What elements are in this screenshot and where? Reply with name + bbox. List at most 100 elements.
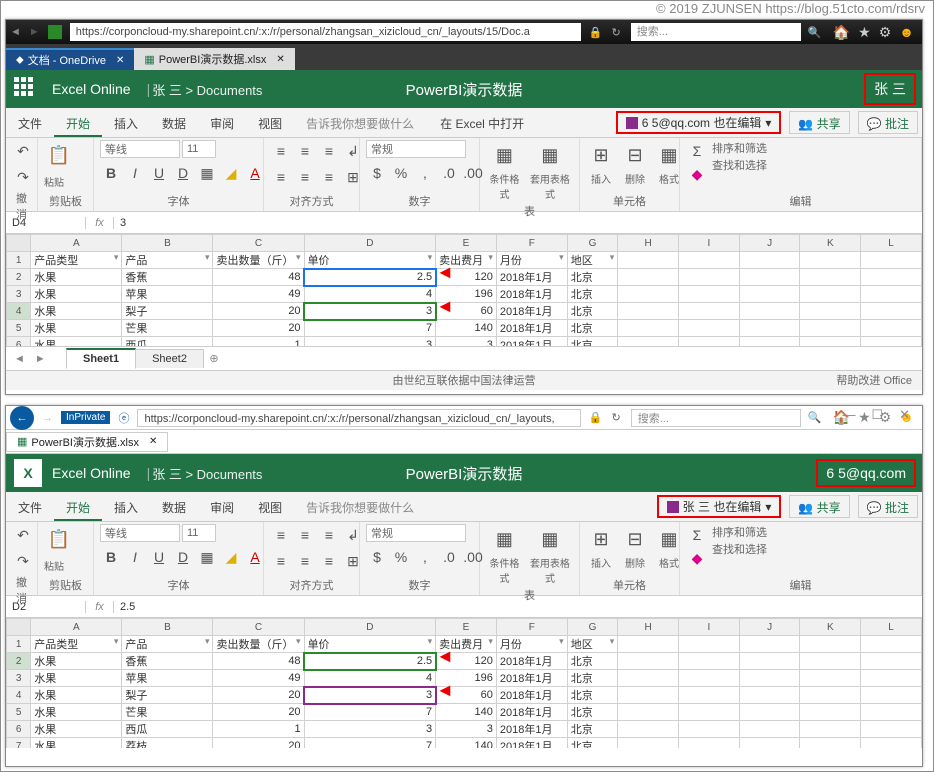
redo-icon[interactable]: ↷ [12, 166, 34, 188]
comma-icon[interactable]: , [414, 162, 436, 184]
filter-icon[interactable]: ▾ [488, 636, 493, 647]
max-icon[interactable]: ☐ [871, 407, 883, 427]
fav-icon[interactable]: ★ [858, 24, 871, 41]
tab-file[interactable]: 文件 [6, 492, 54, 521]
select-all[interactable] [7, 235, 31, 252]
user-badge[interactable]: 6 5@qq.com [816, 459, 916, 487]
percent-icon[interactable]: % [390, 162, 412, 184]
tellme[interactable]: 告诉我你想要做什么 [294, 492, 426, 521]
sheet-next-icon[interactable]: ► [31, 351, 50, 367]
tellme[interactable]: 告诉我你想要做什么 [294, 108, 426, 137]
fill-icon[interactable]: ◢ [220, 162, 242, 184]
number-format[interactable]: 常规 [366, 140, 466, 158]
search-box[interactable]: 搜索... [631, 23, 801, 41]
user-badge[interactable]: 张 三 [864, 73, 916, 105]
tab-xlsx[interactable]: ▦PowerBI演示数据.xlsx✕ [134, 48, 294, 70]
close-icon[interactable]: ✕ [116, 55, 124, 66]
cell-ref[interactable]: D4 [6, 217, 86, 229]
italic-icon[interactable]: I [124, 162, 146, 184]
delete-cell-icon[interactable]: ⊟ [620, 140, 650, 170]
smile-icon[interactable]: ☻ [899, 24, 914, 41]
font-size[interactable]: 11 [182, 140, 216, 158]
filter-icon[interactable]: ▾ [114, 252, 119, 263]
underline-icon[interactable]: U [148, 162, 170, 184]
back-icon[interactable]: ← [10, 406, 34, 430]
align-tc-icon[interactable]: ≡ [294, 140, 316, 162]
tab-view[interactable]: 视图 [246, 108, 294, 137]
font-name[interactable]: 等线 [100, 140, 180, 158]
tab-home[interactable]: 开始 [54, 108, 102, 137]
autosum-icon[interactable]: Σ [686, 140, 708, 162]
filter-icon[interactable]: ▾ [610, 636, 615, 647]
cell-value[interactable]: 3 [114, 217, 132, 229]
bold-icon[interactable]: B [100, 546, 122, 568]
refresh-icon[interactable]: ↻ [605, 411, 626, 424]
border-icon[interactable]: ▦ [196, 546, 218, 568]
editing-badge[interactable]: 张 三 也在编辑▾ [657, 495, 782, 518]
filter-icon[interactable]: ▾ [296, 636, 301, 647]
tab-view[interactable]: 视图 [246, 492, 294, 521]
filter-icon[interactable]: ▾ [205, 636, 210, 647]
close-icon[interactable]: ✕ [899, 407, 910, 427]
home-icon[interactable]: 🏠 [833, 24, 850, 41]
annotate-button[interactable]: 💬 批注 [858, 111, 918, 134]
find-button[interactable]: 查找和选择 [712, 541, 767, 557]
address-bar[interactable]: https://corponcloud-my.sharepoint.cn/:x:… [137, 409, 581, 427]
help-link[interactable]: 帮助改进 Office [836, 371, 912, 391]
fx-icon[interactable]: fx [86, 217, 114, 229]
breadcrumb[interactable]: 张 三 > Documents [152, 464, 262, 483]
filter-icon[interactable]: ▾ [428, 636, 433, 647]
undo-icon[interactable]: ↶ [12, 140, 34, 162]
cell-value[interactable]: 2.5 [114, 601, 141, 613]
currency-icon[interactable]: $ [366, 162, 388, 184]
filter-icon[interactable]: ▾ [559, 252, 564, 263]
breadcrumb[interactable]: 张 三 > Documents [152, 80, 262, 99]
close-icon[interactable]: ✕ [276, 54, 284, 65]
paste-icon[interactable]: 📋 [44, 524, 74, 554]
align-tl-icon[interactable]: ≡ [270, 140, 292, 162]
cond-fmt-icon[interactable]: ▦ [489, 140, 519, 170]
undo-icon[interactable]: ↶ [12, 524, 34, 546]
gear-icon[interactable]: ⚙ [879, 24, 892, 41]
filter-icon[interactable]: ▾ [559, 636, 564, 647]
tab-home[interactable]: 开始 [54, 492, 102, 521]
tab-xlsx[interactable]: ▦PowerBI演示数据.xlsx✕ [6, 432, 168, 452]
close-icon[interactable]: ✕ [149, 436, 157, 447]
italic-icon[interactable]: I [124, 546, 146, 568]
filter-icon[interactable]: ▾ [428, 252, 433, 263]
address-bar[interactable]: https://corponcloud-my.sharepoint.cn/:x:… [70, 23, 582, 41]
annotate-button[interactable]: 💬 批注 [858, 495, 918, 518]
font-name[interactable]: 等线 [100, 524, 180, 542]
bold-icon[interactable]: B [100, 162, 122, 184]
select-all[interactable] [7, 619, 31, 636]
filter-icon[interactable]: ▾ [488, 252, 493, 263]
find-button[interactable]: 查找和选择 [712, 157, 767, 173]
fwd-icon[interactable]: → [38, 412, 57, 424]
share-button[interactable]: 👥 共享 [789, 111, 849, 134]
fontcolor-icon[interactable]: A [244, 162, 266, 184]
search-icon[interactable]: 🔍 [805, 411, 825, 424]
search-box[interactable]: 搜索... [631, 409, 801, 427]
add-sheet-icon[interactable]: ⊕ [203, 352, 225, 365]
align-tr-icon[interactable]: ≡ [318, 140, 340, 162]
app-launcher-icon[interactable] [14, 77, 38, 101]
sheet-prev-icon[interactable]: ◄ [10, 351, 29, 367]
spreadsheet[interactable]: ABCDEFGHIJKL 1产品类型▾产品▾卖出数量（斤）▾单价▾卖出费月▾月份… [6, 234, 922, 346]
share-button[interactable]: 👥 共享 [789, 495, 849, 518]
min-icon[interactable]: — [842, 407, 855, 427]
spreadsheet[interactable]: ABCDEFGHIJKL 1产品类型▾产品▾卖出数量（斤）▾单价▾卖出费月▾月份… [6, 618, 922, 748]
fontcolor-icon[interactable]: A [244, 546, 266, 568]
fx-icon[interactable]: fx [86, 601, 114, 613]
tab-data[interactable]: 数据 [150, 108, 198, 137]
dunder-icon[interactable]: D [172, 162, 194, 184]
underline-icon[interactable]: U [148, 546, 170, 568]
table-fmt-icon[interactable]: ▦ [535, 140, 565, 170]
tab-data[interactable]: 数据 [150, 492, 198, 521]
align-r-icon[interactable]: ≡ [318, 166, 340, 188]
open-in-excel[interactable]: 在 Excel 中打开 [426, 108, 538, 137]
search-icon[interactable]: 🔍 [805, 26, 825, 39]
filter-icon[interactable]: ▾ [610, 252, 615, 263]
tab-insert[interactable]: 插入 [102, 492, 150, 521]
font-size[interactable]: 11 [182, 524, 216, 542]
tab-review[interactable]: 审阅 [198, 492, 246, 521]
